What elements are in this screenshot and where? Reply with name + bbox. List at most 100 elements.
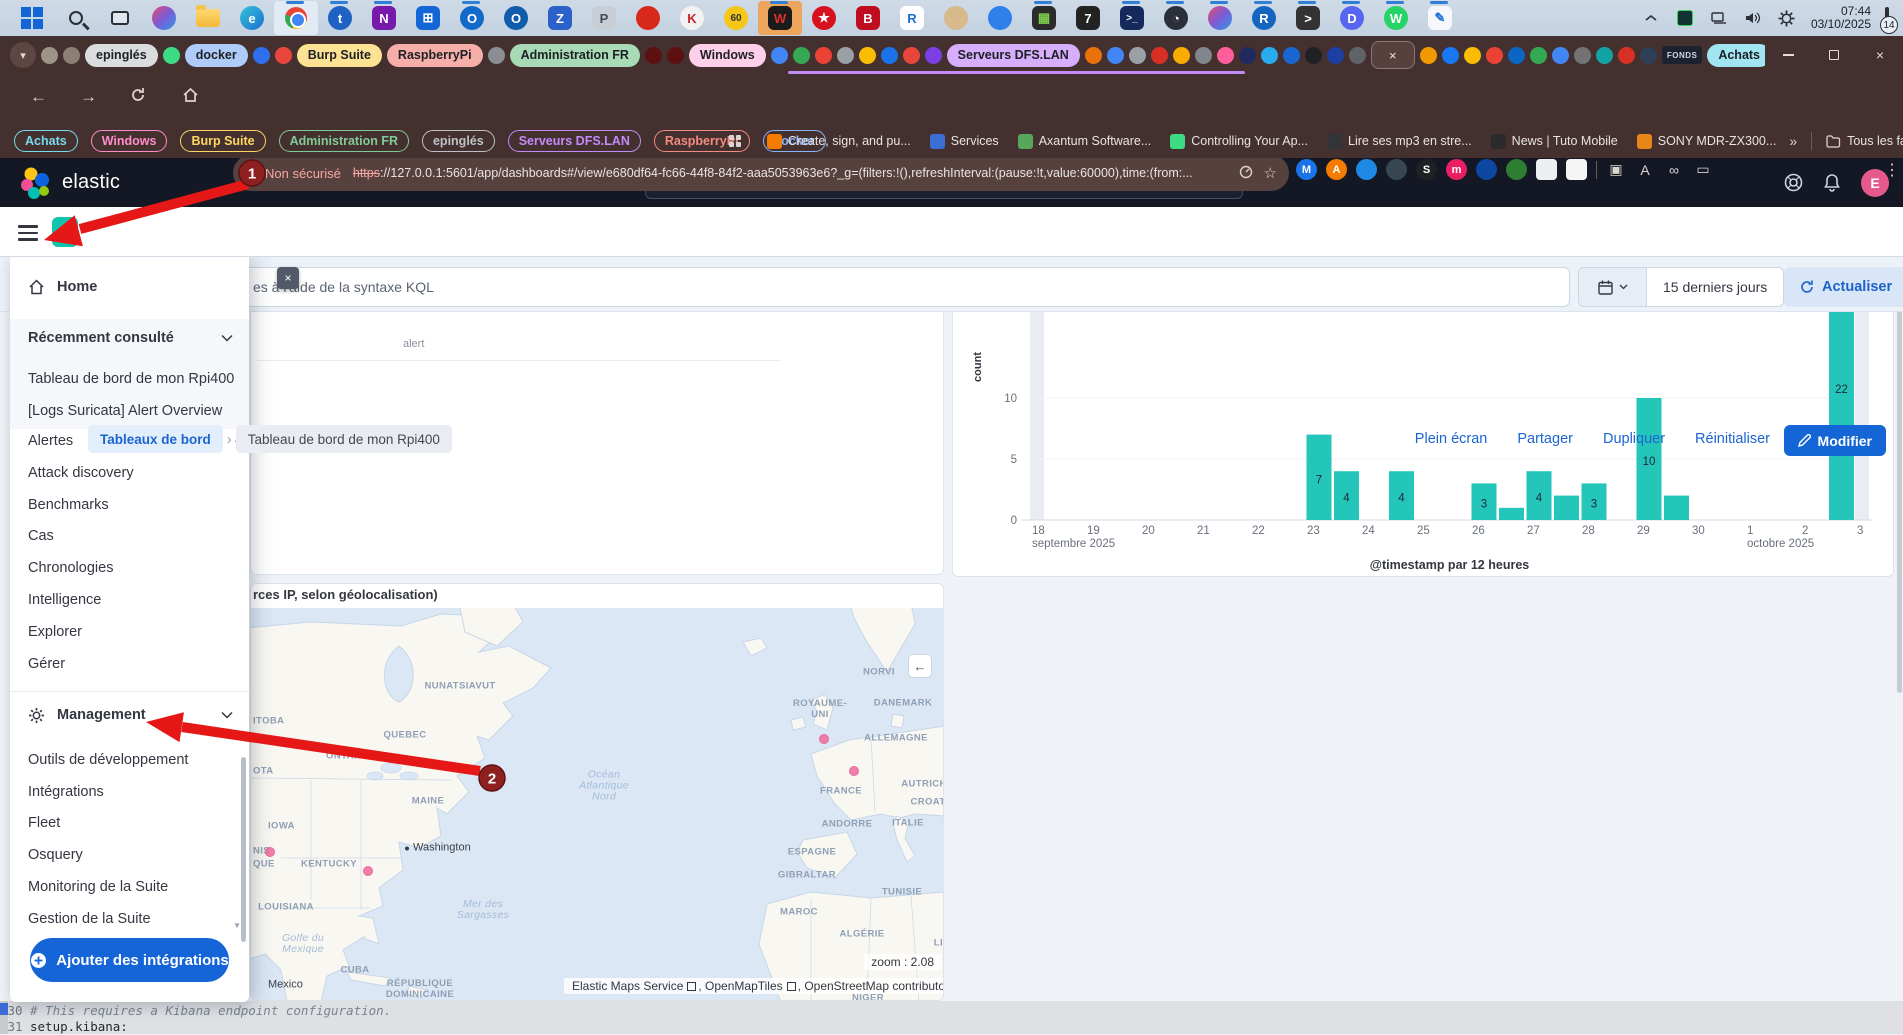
extension-icon[interactable] [1476, 159, 1497, 180]
scroll-down-icon[interactable]: ▼ [233, 921, 241, 930]
elastic-logo[interactable]: elastic [0, 166, 120, 200]
tab-favicon[interactable] [1508, 47, 1525, 64]
map-attribution-link[interactable]: Elastic Maps Service [572, 979, 683, 993]
sidebar-scrollbar[interactable] [241, 757, 246, 942]
space-badge[interactable]: D [52, 217, 78, 247]
all-favorites-button[interactable]: Tous les favoris [1826, 134, 1903, 148]
toolbar-action-partager[interactable]: Partager [1517, 431, 1573, 447]
sidebar-item-attack-discovery[interactable]: Attack discovery [10, 462, 249, 484]
clipboard-icon[interactable]: ▣ [1606, 161, 1626, 178]
tab-favicon[interactable] [1552, 47, 1569, 64]
link-icon[interactable]: ∞ [1664, 162, 1684, 178]
tab-favicon[interactable] [1530, 47, 1547, 64]
tab-group-pill[interactable]: epinglés [85, 44, 158, 67]
tab-favicon[interactable] [1420, 47, 1437, 64]
toolbar-action-dupliquer[interactable]: Dupliquer [1603, 431, 1665, 447]
refresh-button[interactable]: Actualiser [1784, 267, 1903, 307]
toolbar-action-plein-cran[interactable]: Plein écran [1415, 431, 1488, 447]
taskbar-icon-copilot[interactable] [1198, 1, 1242, 35]
tab-favicon[interactable] [1239, 47, 1256, 64]
tab-favicon[interactable] [815, 47, 832, 64]
sidebar-item-cas[interactable]: Cas [10, 525, 249, 547]
taskbar-icon-start[interactable] [10, 1, 54, 35]
close-button[interactable]: × [1857, 36, 1903, 74]
tab-favicon[interactable] [881, 47, 898, 64]
sidebar-recent-tableau-de-bord-de-mon-rpi400[interactable]: Tableau de bord de mon Rpi400 [10, 368, 249, 390]
map-attribution-link[interactable]: OpenStreetMap contributors [804, 979, 944, 993]
map-attribution[interactable]: Elastic Maps Service, OpenMapTiles, Open… [564, 978, 944, 994]
extension-icon[interactable]: M [1296, 159, 1317, 180]
bookmark-group-pill[interactable]: epinglés [422, 130, 495, 152]
tab-favicon[interactable] [1283, 47, 1300, 64]
tab-group-pill[interactable]: docker [185, 44, 248, 67]
map-data-point[interactable] [265, 847, 275, 857]
minimize-button[interactable] [1765, 36, 1811, 74]
back-icon[interactable]: ← [30, 87, 47, 107]
tab-favicon[interactable] [1107, 47, 1124, 64]
map-data-point[interactable] [819, 734, 829, 744]
tab-favicon[interactable] [771, 47, 788, 64]
tray-app-icon[interactable] [1675, 8, 1695, 28]
map-attribution-link[interactable]: OpenMapTiles [705, 979, 783, 993]
tab-favicon[interactable] [1574, 47, 1591, 64]
devices-icon[interactable]: ▭ [1693, 161, 1713, 178]
tab-favicon[interactable] [275, 47, 292, 64]
bookmark-group-pill[interactable]: Achats [14, 130, 78, 152]
bookmark-item[interactable]: Services [930, 134, 999, 149]
volume-icon[interactable] [1743, 8, 1763, 28]
bookmark-item[interactable]: News | Tuto Mobile [1491, 134, 1618, 149]
tab-favicon[interactable] [925, 47, 942, 64]
breadcrumb-dashboards[interactable]: Tableaux de bord [88, 425, 223, 453]
tab-group-pill[interactable]: Serveurs DFS.LAN [947, 44, 1080, 67]
taskbar-icon-thunderbird[interactable]: t [318, 1, 362, 35]
date-picker-calendar-button[interactable] [1579, 268, 1647, 306]
geo-map-panel[interactable]: rces IP, selon géolocalisation) [250, 583, 944, 1001]
taskbar-icon-powershell[interactable]: >_ [1110, 1, 1154, 35]
sidebar-item-osquery[interactable]: Osquery [10, 844, 249, 866]
tab-favicon[interactable] [667, 47, 684, 64]
extension-icon[interactable] [1356, 159, 1377, 180]
map-data-point[interactable] [363, 866, 373, 876]
tab-favicon[interactable] [1261, 47, 1278, 64]
tab-favicon[interactable] [1085, 47, 1102, 64]
forward-icon[interactable]: → [80, 87, 97, 107]
tab-favicon[interactable] [793, 47, 810, 64]
tooltip-close-icon[interactable]: × [277, 267, 299, 289]
edit-button[interactable]: Modifier [1784, 425, 1886, 456]
map-canvas[interactable]: NUNATSIAVUTNORVIDANEMARKROYAUME- UNIALLE… [251, 608, 944, 1001]
tab-favicon[interactable] [1596, 47, 1613, 64]
sidebar-item-intelligence[interactable]: Intelligence [10, 589, 249, 611]
settings-gear-icon[interactable] [1777, 8, 1797, 28]
bookmark-group-pill[interactable]: Burp Suite [180, 130, 265, 152]
extension-icon[interactable]: m [1446, 159, 1467, 180]
tab-favicon[interactable] [859, 47, 876, 64]
taskbar-icon-pokerstars[interactable]: ★ [802, 1, 846, 35]
taskbar-icon-ms-store[interactable]: ⊞ [406, 1, 450, 35]
page-scrollbar[interactable] [1897, 263, 1902, 693]
tab-favicon[interactable] [1640, 47, 1657, 64]
sidebar-item-outils-de-d-veloppement[interactable]: Outils de développement [10, 749, 249, 771]
tab-favicon[interactable] [1618, 47, 1635, 64]
tab-favicon[interactable] [1217, 47, 1234, 64]
taskbar-icon-copilot-m365[interactable] [142, 1, 186, 35]
taskbar-icon-notes[interactable]: ✎ [1418, 1, 1462, 35]
kql-search-input[interactable]: es à l'aide de la syntaxe KQL [238, 267, 1570, 307]
tab-favicon[interactable] [1327, 47, 1344, 64]
taskbar-icon-outlook[interactable]: O [450, 1, 494, 35]
extension-icon[interactable]: A [1326, 159, 1347, 180]
sidebar-item-g-rer[interactable]: Gérer [10, 653, 249, 675]
tab-favicon[interactable] [488, 47, 505, 64]
sidebar-item-fleet[interactable]: Fleet [10, 812, 249, 834]
taskbar-icon-clock-app[interactable]: ◔ [1154, 1, 1198, 35]
menu-hamburger-icon[interactable] [18, 225, 38, 245]
sidebar-item-explorer[interactable]: Explorer [10, 621, 249, 643]
tab-favicon[interactable] [1129, 47, 1146, 64]
taskbar-icon-task-view[interactable] [98, 1, 142, 35]
taskbar-icon-whatsapp[interactable]: W [1374, 1, 1418, 35]
bookmark-item[interactable]: Axantum Software... [1018, 134, 1152, 149]
taskbar-icon-terminal-dark[interactable]: > [1286, 1, 1330, 35]
tab-favicon-fonds[interactable]: FONDS [1662, 46, 1703, 64]
sidebar-section-management[interactable]: Management [10, 701, 249, 729]
reload-icon[interactable] [130, 87, 146, 108]
tab-favicon[interactable] [253, 47, 270, 64]
